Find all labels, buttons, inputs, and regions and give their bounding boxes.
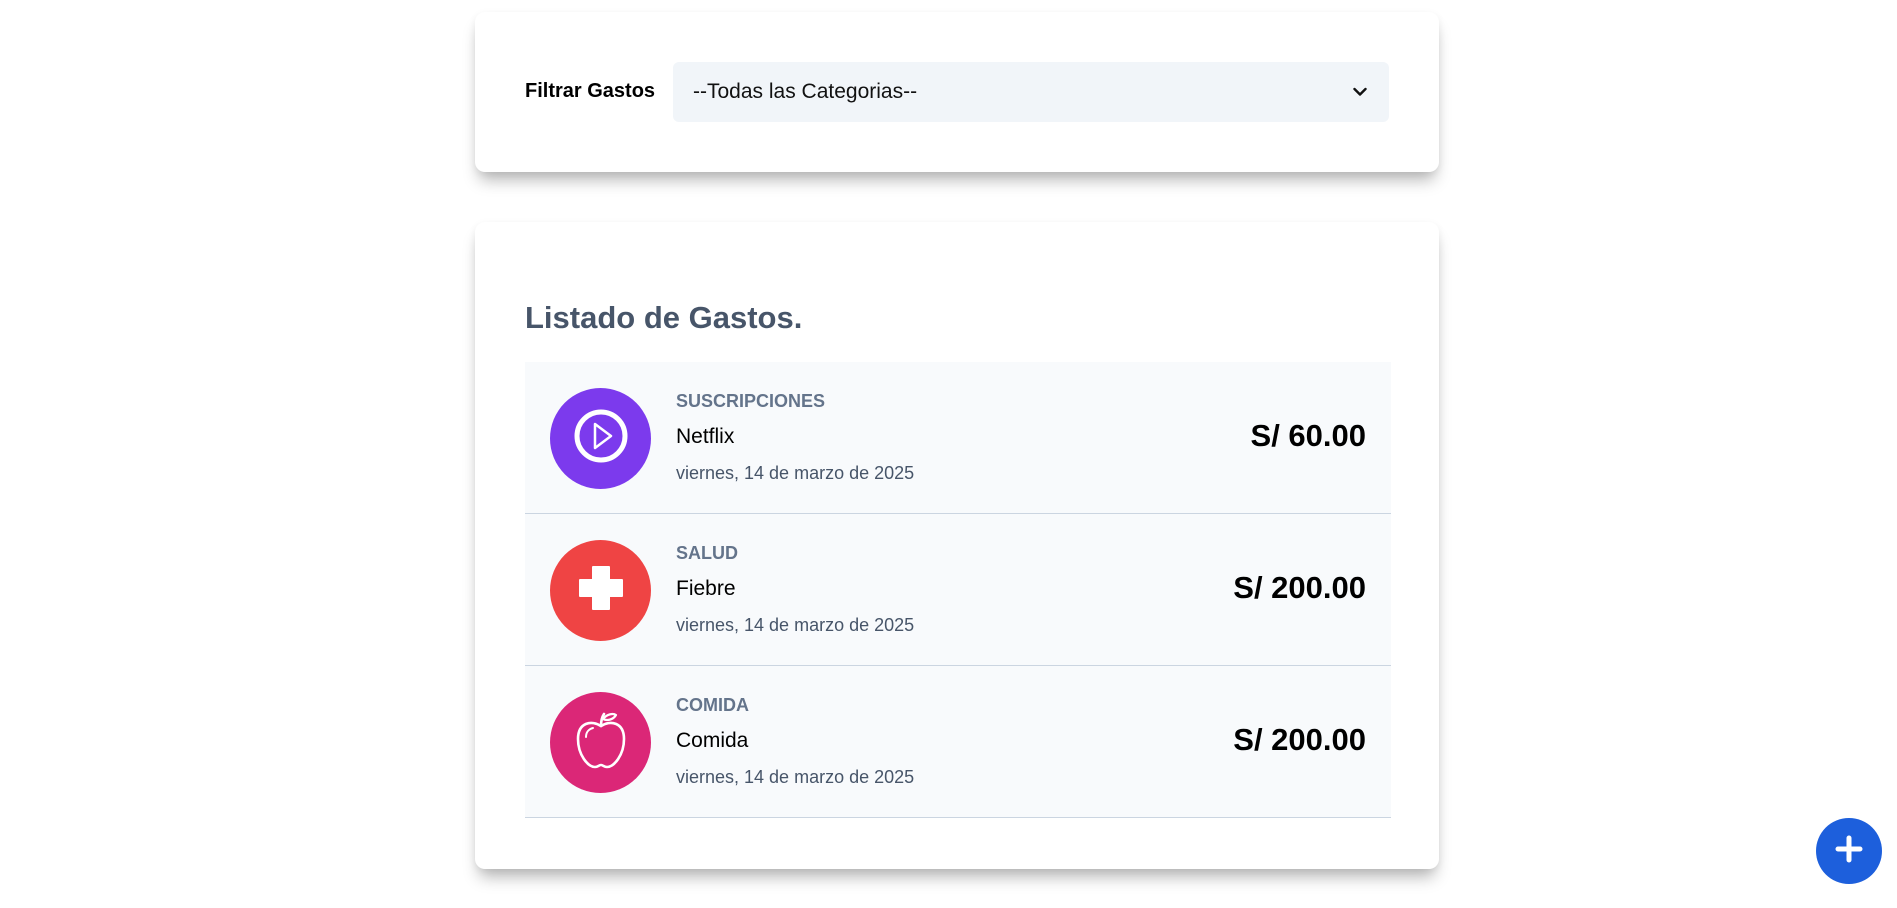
expense-text: SUSCRIPCIONES Netflix viernes, 14 de mar… (676, 390, 914, 484)
plus-icon (1834, 834, 1864, 869)
filter-label: Filtrar Gastos (525, 80, 656, 102)
add-expense-button[interactable] (1816, 818, 1882, 884)
expense-text: SALUD Fiebre viernes, 14 de marzo de 202… (676, 542, 914, 636)
expense-amount: S/ 200.00 (1233, 570, 1366, 605)
filter-card: Filtrar Gastos --Todas las Categorias-- (475, 12, 1439, 172)
expense-date: viernes, 14 de marzo de 2025 (676, 767, 915, 787)
expense-category: SUSCRIPCIONES (676, 391, 826, 411)
expense-item[interactable]: COMIDA Comida viernes, 14 de marzo de 20… (525, 666, 1391, 818)
expense-list-card: Listado de Gastos. SUSCRIPCIONES Netflix… (475, 222, 1439, 869)
expense-item[interactable]: SALUD Fiebre viernes, 14 de marzo de 202… (525, 514, 1391, 666)
expense-name: Fiebre (676, 577, 736, 600)
expense-list: SUSCRIPCIONES Netflix viernes, 14 de mar… (525, 362, 1391, 818)
category-icon-circle (550, 692, 651, 793)
play-icon (571, 406, 631, 471)
expense-category: SALUD (676, 543, 738, 563)
expense-date: viernes, 14 de marzo de 2025 (676, 615, 915, 635)
expense-date: viernes, 14 de marzo de 2025 (676, 463, 915, 483)
expense-category: COMIDA (676, 695, 749, 715)
category-icon-circle (550, 540, 651, 641)
expense-amount: S/ 60.00 (1250, 418, 1366, 453)
category-icon-circle (550, 388, 651, 489)
medical-cross-icon (576, 563, 626, 618)
expense-amount: S/ 200.00 (1233, 722, 1366, 757)
chevron-down-icon (1351, 83, 1369, 101)
category-filter-selected-value: --Todas las Categorias-- (693, 80, 918, 103)
category-filter-select[interactable]: --Todas las Categorias-- (673, 62, 1389, 122)
expense-text: COMIDA Comida viernes, 14 de marzo de 20… (676, 694, 914, 788)
apple-icon (572, 709, 630, 776)
expense-item[interactable]: SUSCRIPCIONES Netflix viernes, 14 de mar… (525, 362, 1391, 514)
expense-name: Netflix (676, 425, 735, 448)
expense-name: Comida (676, 729, 749, 752)
expense-list-title: Listado de Gastos. (525, 300, 803, 335)
